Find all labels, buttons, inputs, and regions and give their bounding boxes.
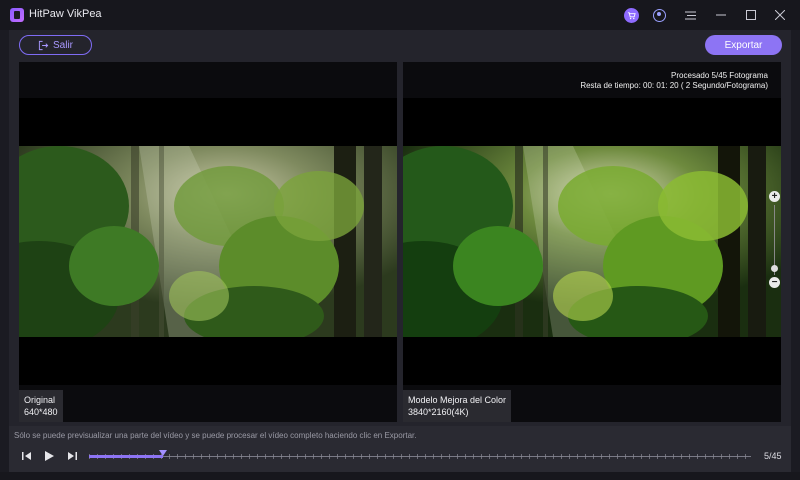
app-logo-icon bbox=[10, 8, 24, 22]
enhanced-resolution: 3840*2160(4K) bbox=[408, 407, 469, 417]
play-button[interactable] bbox=[42, 449, 56, 463]
minimize-button[interactable] bbox=[712, 6, 730, 24]
timeline-progress bbox=[89, 455, 163, 458]
original-forest-frame bbox=[19, 146, 397, 337]
cart-button[interactable] bbox=[622, 6, 640, 24]
title-bar: HitPaw VikPea bbox=[0, 0, 800, 30]
enhanced-info-label: Modelo Mejora del Color 3840*2160(4K) bbox=[403, 390, 512, 422]
enhanced-preview-pane: Procesado 5/45 Fotograma Resta de tiempo… bbox=[403, 62, 781, 422]
zoom-in-button[interactable]: + bbox=[769, 191, 780, 202]
timeline-ticks bbox=[89, 454, 751, 459]
original-resolution: 640*480 bbox=[24, 407, 58, 417]
close-button[interactable] bbox=[771, 6, 789, 24]
export-button[interactable]: Exportar bbox=[705, 35, 782, 55]
frame-timeline[interactable] bbox=[89, 450, 751, 462]
zoom-slider-handle[interactable] bbox=[771, 265, 778, 272]
hamburger-menu-icon bbox=[684, 11, 696, 19]
close-icon bbox=[775, 10, 785, 20]
exit-icon bbox=[38, 40, 49, 50]
app-title: HitPaw VikPea bbox=[29, 8, 102, 20]
playback-bar: Sólo se puede previsualizar una parte de… bbox=[9, 426, 791, 472]
next-frame-button[interactable] bbox=[65, 449, 79, 463]
enhanced-video bbox=[403, 98, 781, 385]
original-video bbox=[19, 98, 397, 385]
maximize-icon bbox=[746, 10, 756, 20]
previous-frame-icon bbox=[22, 452, 31, 460]
remaining-time-text: Resta de tiempo: 00: 01: 20 ( 2 Segundo/… bbox=[580, 81, 768, 90]
processed-frames-text: Procesado 5/45 Fotograma bbox=[671, 71, 768, 80]
window-bottom-edge bbox=[0, 472, 800, 480]
enhanced-forest-frame bbox=[403, 146, 781, 337]
account-button[interactable] bbox=[650, 6, 668, 24]
original-name: Original bbox=[24, 395, 56, 405]
minimize-icon bbox=[716, 14, 726, 16]
exit-label: Salir bbox=[52, 39, 73, 51]
menu-button[interactable] bbox=[681, 6, 699, 24]
preview-workspace: Salir Exportar Original 640*480 Procesad… bbox=[9, 30, 791, 426]
zoom-out-button[interactable]: − bbox=[769, 277, 780, 288]
original-info-label: Original 640*480 bbox=[19, 390, 63, 422]
zoom-control: + − bbox=[768, 191, 782, 288]
maximize-button[interactable] bbox=[742, 6, 760, 24]
play-icon bbox=[45, 451, 54, 461]
original-preview-pane: Original 640*480 bbox=[19, 62, 397, 422]
frame-counter: 5/45 bbox=[764, 451, 782, 461]
timeline-playhead[interactable] bbox=[158, 450, 167, 456]
previous-frame-button[interactable] bbox=[20, 449, 34, 463]
preview-hint-text: Sólo se puede previsualizar una parte de… bbox=[14, 431, 417, 440]
enhanced-model-name: Modelo Mejora del Color bbox=[408, 395, 507, 405]
processing-status: Procesado 5/45 Fotograma Resta de tiempo… bbox=[580, 71, 768, 91]
next-frame-icon bbox=[68, 452, 77, 460]
exit-button[interactable]: Salir bbox=[19, 35, 92, 55]
cart-icon bbox=[623, 7, 639, 23]
user-icon bbox=[652, 8, 666, 22]
